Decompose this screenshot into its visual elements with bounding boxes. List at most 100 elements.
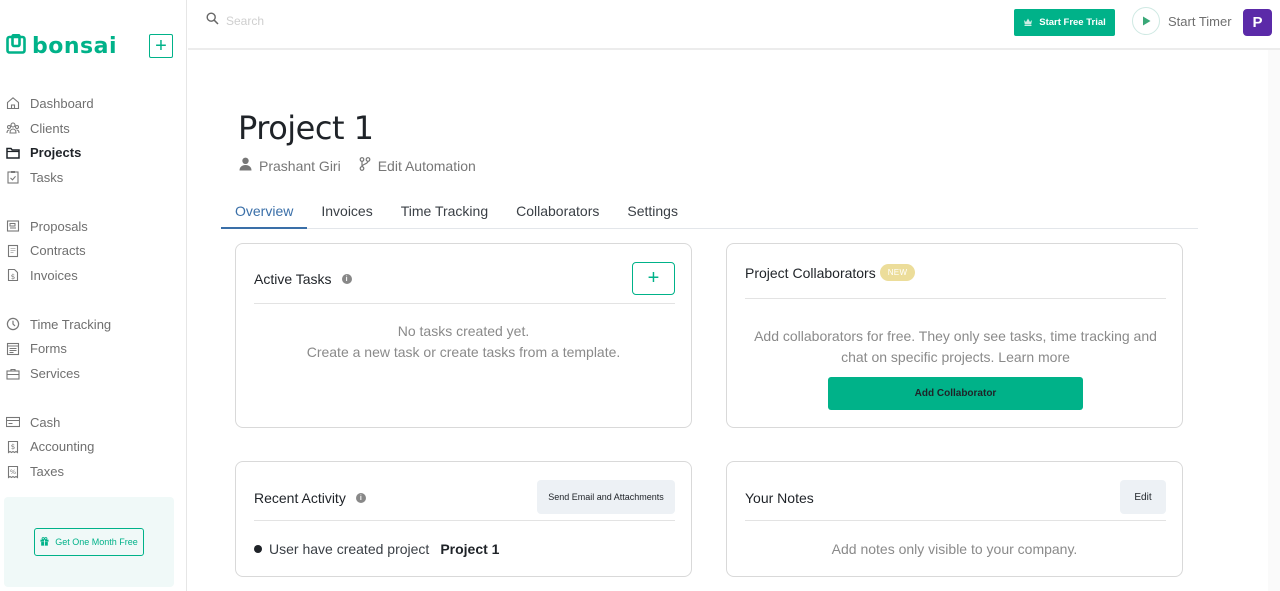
- nav-group-finance: Cash $ Accounting % Taxes: [0, 410, 187, 484]
- sidebar-item-projects[interactable]: Projects: [0, 140, 187, 165]
- sidebar: bonsai + Dashboard Clients Projects Task…: [0, 0, 187, 591]
- sidebar-item-clients[interactable]: Clients: [0, 116, 187, 141]
- card-divider: [745, 298, 1166, 299]
- card-divider: [745, 520, 1166, 521]
- sidebar-item-label: Time Tracking: [30, 316, 112, 332]
- search-bar: [206, 12, 426, 30]
- send-email-button[interactable]: Send Email and Attachments: [537, 480, 675, 514]
- owner-name: Prashant Giri: [259, 157, 341, 174]
- create-new-button[interactable]: +: [149, 34, 173, 58]
- play-icon: [1132, 7, 1160, 35]
- get-one-month-free-button[interactable]: Get One Month Free: [34, 528, 144, 556]
- search-input[interactable]: [226, 14, 426, 28]
- plus-icon: +: [647, 267, 660, 289]
- sidebar-item-label: Contracts: [30, 243, 86, 259]
- tab-collaborators[interactable]: Collaborators: [502, 194, 613, 229]
- main-content: Project 1 Prashant Giri Edit Automation …: [188, 52, 1268, 591]
- card-title: Project Collaborators: [745, 264, 876, 281]
- edit-automation-link[interactable]: Edit Automation: [359, 157, 476, 174]
- nav-group-operations: Time Tracking Forms Services: [0, 312, 187, 386]
- crown-icon: [1023, 17, 1033, 29]
- user-avatar[interactable]: P: [1243, 9, 1272, 36]
- sidebar-item-taxes[interactable]: % Taxes: [0, 459, 187, 484]
- promo-panel: Get One Month Free: [4, 497, 174, 587]
- automation-label: Edit Automation: [377, 157, 476, 174]
- timer-label: Start Timer: [1168, 13, 1232, 29]
- card-divider: [254, 303, 675, 304]
- svg-text:$: $: [11, 443, 15, 451]
- bonsai-logo-icon: [6, 33, 26, 59]
- trial-label: Start Free Trial: [1039, 17, 1106, 28]
- active-tasks-card: Active Tasks i + No tasks created yet. C…: [235, 243, 692, 428]
- project-owner[interactable]: Prashant Giri: [239, 157, 341, 174]
- home-icon: [6, 96, 20, 110]
- sidebar-item-label: Accounting: [30, 439, 95, 455]
- tab-overview[interactable]: Overview: [221, 194, 308, 229]
- project-meta: Prashant Giri Edit Automation: [239, 157, 494, 174]
- sidebar-item-services[interactable]: Services: [0, 361, 187, 386]
- sidebar-item-accounting[interactable]: $ Accounting: [0, 435, 187, 460]
- add-task-button[interactable]: +: [632, 262, 675, 295]
- svg-text:%: %: [10, 468, 16, 476]
- form-icon: [6, 342, 20, 356]
- card-title: Recent Activity: [254, 490, 346, 506]
- sidebar-item-time-tracking[interactable]: Time Tracking: [0, 312, 187, 337]
- brand-logo[interactable]: bonsai: [6, 33, 118, 59]
- add-collaborator-button[interactable]: Add Collaborator: [828, 377, 1083, 410]
- sidebar-item-invoices[interactable]: $ Invoices: [0, 263, 187, 288]
- sidebar-item-label: Tasks: [30, 169, 64, 185]
- brand-name: bonsai: [32, 34, 118, 59]
- sidebar-item-dashboard[interactable]: Dashboard: [0, 91, 187, 116]
- tab-invoices[interactable]: Invoices: [307, 194, 386, 229]
- your-notes-card: Your Notes Edit Add notes only visible t…: [726, 461, 1183, 577]
- sidebar-item-label: Invoices: [30, 267, 78, 283]
- start-timer-button[interactable]: Start Timer: [1132, 7, 1232, 35]
- svg-text:$: $: [11, 273, 15, 281]
- activity-project-link[interactable]: Project 1: [440, 541, 499, 557]
- sidebar-nav: Dashboard Clients Projects Tasks Proposa…: [0, 91, 187, 508]
- recent-activity-card: Recent Activity i Send Email and Attachm…: [235, 461, 692, 577]
- empty-line-2: Create a new task or create tasks from a…: [306, 344, 621, 360]
- activity-text: User have created project: [269, 541, 430, 557]
- document-icon: [6, 244, 20, 258]
- info-icon[interactable]: i: [355, 493, 366, 503]
- empty-line-1: No tasks created yet.: [397, 323, 530, 339]
- page-scrollbar[interactable]: [1268, 50, 1280, 591]
- new-badge: NEW: [879, 264, 916, 281]
- sidebar-item-tasks[interactable]: Tasks: [0, 165, 187, 190]
- recent-activity-header: Recent Activity i: [254, 490, 366, 506]
- sidebar-item-forms[interactable]: Forms: [0, 337, 187, 362]
- nav-group-main: Dashboard Clients Projects Tasks: [0, 91, 187, 190]
- tab-time-tracking[interactable]: Time Tracking: [387, 194, 502, 229]
- tab-settings[interactable]: Settings: [613, 194, 692, 229]
- start-free-trial-button[interactable]: Start Free Trial: [1014, 9, 1115, 36]
- bullet-icon: [254, 545, 262, 553]
- activity-item: User have created project Project 1: [254, 541, 499, 557]
- project-collaborators-card: Project Collaborators NEW Add collaborat…: [726, 243, 1183, 428]
- sidebar-item-label: Cash: [30, 414, 61, 430]
- sidebar-item-contracts[interactable]: Contracts: [0, 238, 187, 263]
- sidebar-item-label: Dashboard: [30, 95, 94, 111]
- empty-tasks-message: No tasks created yet. Create a new task …: [236, 321, 691, 363]
- proposal-icon: [6, 219, 20, 233]
- sidebar-item-cash[interactable]: Cash: [0, 410, 187, 435]
- receipt-percent-icon: %: [6, 465, 20, 479]
- sidebar-item-label: Services: [30, 366, 80, 382]
- collaborators-header: Project Collaborators NEW: [745, 264, 916, 281]
- invoice-icon: $: [6, 268, 20, 282]
- user-icon: [239, 157, 252, 174]
- edit-notes-button[interactable]: Edit: [1120, 480, 1166, 514]
- page-title: Project 1: [238, 109, 374, 147]
- card-title: Your Notes: [745, 490, 814, 506]
- gift-icon: [40, 536, 49, 548]
- plus-icon: +: [155, 35, 167, 57]
- nav-group-documents: Proposals Contracts $ Invoices: [0, 214, 187, 288]
- sidebar-item-label: Forms: [30, 341, 67, 357]
- receipt-dollar-icon: $: [6, 440, 20, 454]
- info-icon[interactable]: i: [341, 274, 352, 284]
- sidebar-item-label: Projects: [30, 145, 82, 161]
- sidebar-item-label: Proposals: [30, 218, 88, 234]
- promo-label: Get One Month Free: [55, 537, 138, 547]
- sidebar-item-label: Taxes: [30, 464, 64, 480]
- sidebar-item-proposals[interactable]: Proposals: [0, 214, 187, 239]
